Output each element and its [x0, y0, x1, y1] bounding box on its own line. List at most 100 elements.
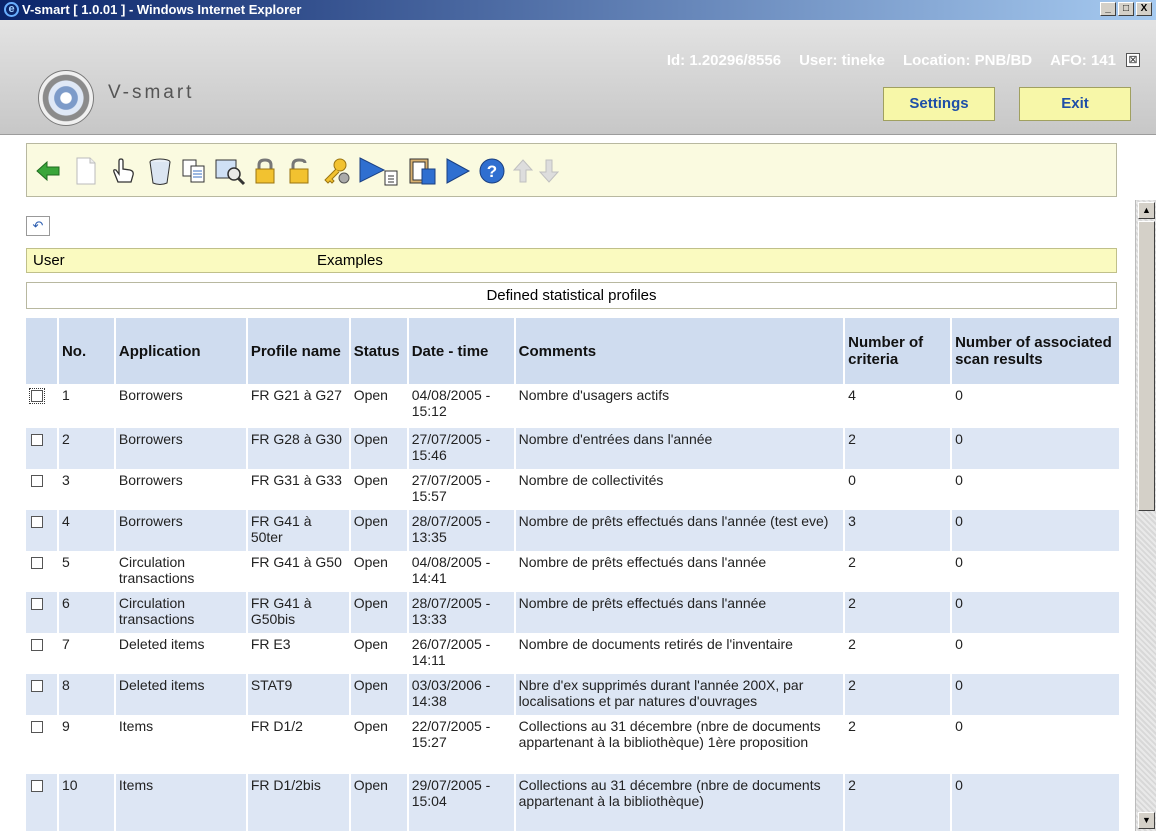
scroll-down-button[interactable]: ▼ [1138, 812, 1155, 829]
row-checkbox[interactable] [26, 469, 59, 510]
cell-scan-results: 0 [951, 715, 1121, 774]
cell-profile-name: FR D1/2bis [246, 774, 351, 831]
header-application[interactable]: Application [114, 318, 248, 384]
cell-criteria: 4 [844, 384, 953, 428]
key-settings-icon[interactable] [319, 154, 353, 188]
cell-status: Open [349, 633, 409, 674]
vertical-scrollbar[interactable]: ▲ ▼ [1135, 200, 1156, 831]
table-row[interactable]: 6 Circulation transactions FR G41 à G50b… [26, 592, 1121, 633]
cell-no: 7 [57, 633, 116, 674]
checkbox-icon[interactable] [31, 780, 43, 792]
row-checkbox[interactable] [26, 384, 59, 428]
table-row[interactable]: 9 Items FR D1/2 Open 22/07/2005 - 15:27 … [26, 715, 1121, 774]
checkbox-icon[interactable] [31, 639, 43, 651]
close-form-icon[interactable]: ⊠ [1126, 53, 1140, 67]
browser-icon: e [4, 2, 19, 17]
up-arrow-icon[interactable] [511, 154, 535, 188]
window-controls: _ □ X [1100, 2, 1152, 16]
row-checkbox[interactable] [26, 633, 59, 674]
cell-scan-results: 0 [951, 469, 1121, 510]
scrollbar-thumb[interactable] [1138, 221, 1155, 511]
cell-date-time: 03/03/2006 - 14:38 [407, 674, 516, 715]
header-number-of-criteria[interactable]: Number of criteria [844, 318, 953, 384]
help-icon[interactable]: ? [477, 154, 507, 188]
close-window-button[interactable]: X [1136, 2, 1152, 16]
vsmart-logo-icon [38, 70, 94, 126]
undo-icon[interactable]: ↶ [26, 216, 50, 236]
cell-scan-results: 0 [951, 384, 1121, 428]
table-row[interactable]: 5 Circulation transactions FR G41 à G50 … [26, 551, 1121, 592]
cell-application: Borrowers [114, 428, 248, 469]
header-no[interactable]: No. [57, 318, 116, 384]
profiles-table: No. Application Profile name Status Date… [26, 318, 1121, 831]
cell-status: Open [349, 510, 409, 551]
trash-bin-icon[interactable] [145, 154, 175, 188]
copy-icon[interactable] [179, 154, 209, 188]
cell-profile-name: FR G41 à G50 [246, 551, 351, 592]
checkbox-icon[interactable] [31, 598, 43, 610]
cell-comments: Nombre de collectivités [514, 469, 846, 510]
band-examples-label: Examples [317, 252, 383, 269]
checkbox-icon[interactable] [31, 721, 43, 733]
cell-no: 2 [57, 428, 116, 469]
cell-scan-results: 0 [951, 592, 1121, 633]
row-checkbox[interactable] [26, 428, 59, 469]
checkbox-icon[interactable] [31, 557, 43, 569]
checkbox-icon[interactable] [31, 516, 43, 528]
header-comments[interactable]: Comments [514, 318, 846, 384]
cell-comments: Nbre d'ex supprimés durant l'année 200X,… [514, 674, 846, 715]
play-icon[interactable] [443, 154, 473, 188]
header-date-time[interactable]: Date - time [407, 318, 516, 384]
settings-button[interactable]: Settings [883, 87, 995, 121]
session-info: Id: 1.20296/8556 User: tineke Location: … [667, 52, 1116, 69]
lock-icon[interactable] [251, 154, 279, 188]
scroll-up-button[interactable]: ▲ [1138, 202, 1155, 219]
row-checkbox[interactable] [26, 674, 59, 715]
table-row[interactable]: 2 Borrowers FR G28 à G30 Open 27/07/2005… [26, 428, 1121, 469]
header-profile-name[interactable]: Profile name [246, 318, 351, 384]
row-checkbox[interactable] [26, 510, 59, 551]
header-status[interactable]: Status [349, 318, 409, 384]
maximize-button[interactable]: □ [1118, 2, 1134, 16]
back-arrow-icon[interactable] [33, 154, 63, 188]
down-arrow-icon[interactable] [537, 154, 561, 188]
row-checkbox[interactable] [26, 551, 59, 592]
table-row[interactable]: 10 Items FR D1/2bis Open 29/07/2005 - 15… [26, 774, 1121, 831]
cell-criteria: 2 [844, 715, 953, 774]
unlock-icon[interactable] [285, 154, 313, 188]
table-row[interactable]: 7 Deleted items FR E3 Open 26/07/2005 - … [26, 633, 1121, 674]
cell-scan-results: 0 [951, 774, 1121, 831]
header-number-of-scan-results[interactable]: Number of associated scan results [951, 318, 1121, 384]
run-to-list-icon[interactable] [357, 154, 401, 188]
clipboard-icon[interactable] [405, 154, 439, 188]
cell-scan-results: 0 [951, 428, 1121, 469]
checkbox-icon[interactable] [31, 434, 43, 446]
window-title: V-smart [ 1.0.01 ] - Windows Internet Ex… [22, 2, 302, 17]
svg-text:?: ? [487, 162, 497, 181]
row-checkbox[interactable] [26, 774, 59, 831]
cell-no: 9 [57, 715, 116, 774]
search-record-icon[interactable] [213, 154, 247, 188]
row-checkbox[interactable] [26, 592, 59, 633]
hand-select-icon[interactable] [107, 154, 139, 188]
window-titlebar: e V-smart [ 1.0.01 ] - Windows Internet … [0, 0, 1156, 20]
exit-button[interactable]: Exit [1019, 87, 1131, 121]
toolbar: ? [26, 143, 1117, 197]
checkbox-icon[interactable] [29, 388, 45, 404]
afo-label: AFO: 141 [1050, 52, 1116, 69]
cell-date-time: 04/08/2005 - 15:12 [407, 384, 516, 428]
cell-scan-results: 0 [951, 674, 1121, 715]
cell-scan-results: 0 [951, 551, 1121, 592]
table-row[interactable]: 1 Borrowers FR G21 à G27 Open 04/08/2005… [26, 384, 1121, 428]
table-row[interactable]: 3 Borrowers FR G31 à G33 Open 27/07/2005… [26, 469, 1121, 510]
minimize-button[interactable]: _ [1100, 2, 1116, 16]
checkbox-icon[interactable] [31, 475, 43, 487]
cell-date-time: 27/07/2005 - 15:57 [407, 469, 516, 510]
cell-criteria: 2 [844, 551, 953, 592]
new-page-icon[interactable] [71, 154, 101, 188]
cell-profile-name: FR G41 à G50bis [246, 592, 351, 633]
table-row[interactable]: 4 Borrowers FR G41 à 50ter Open 28/07/20… [26, 510, 1121, 551]
checkbox-icon[interactable] [31, 680, 43, 692]
table-row[interactable]: 8 Deleted items STAT9 Open 03/03/2006 - … [26, 674, 1121, 715]
row-checkbox[interactable] [26, 715, 59, 774]
